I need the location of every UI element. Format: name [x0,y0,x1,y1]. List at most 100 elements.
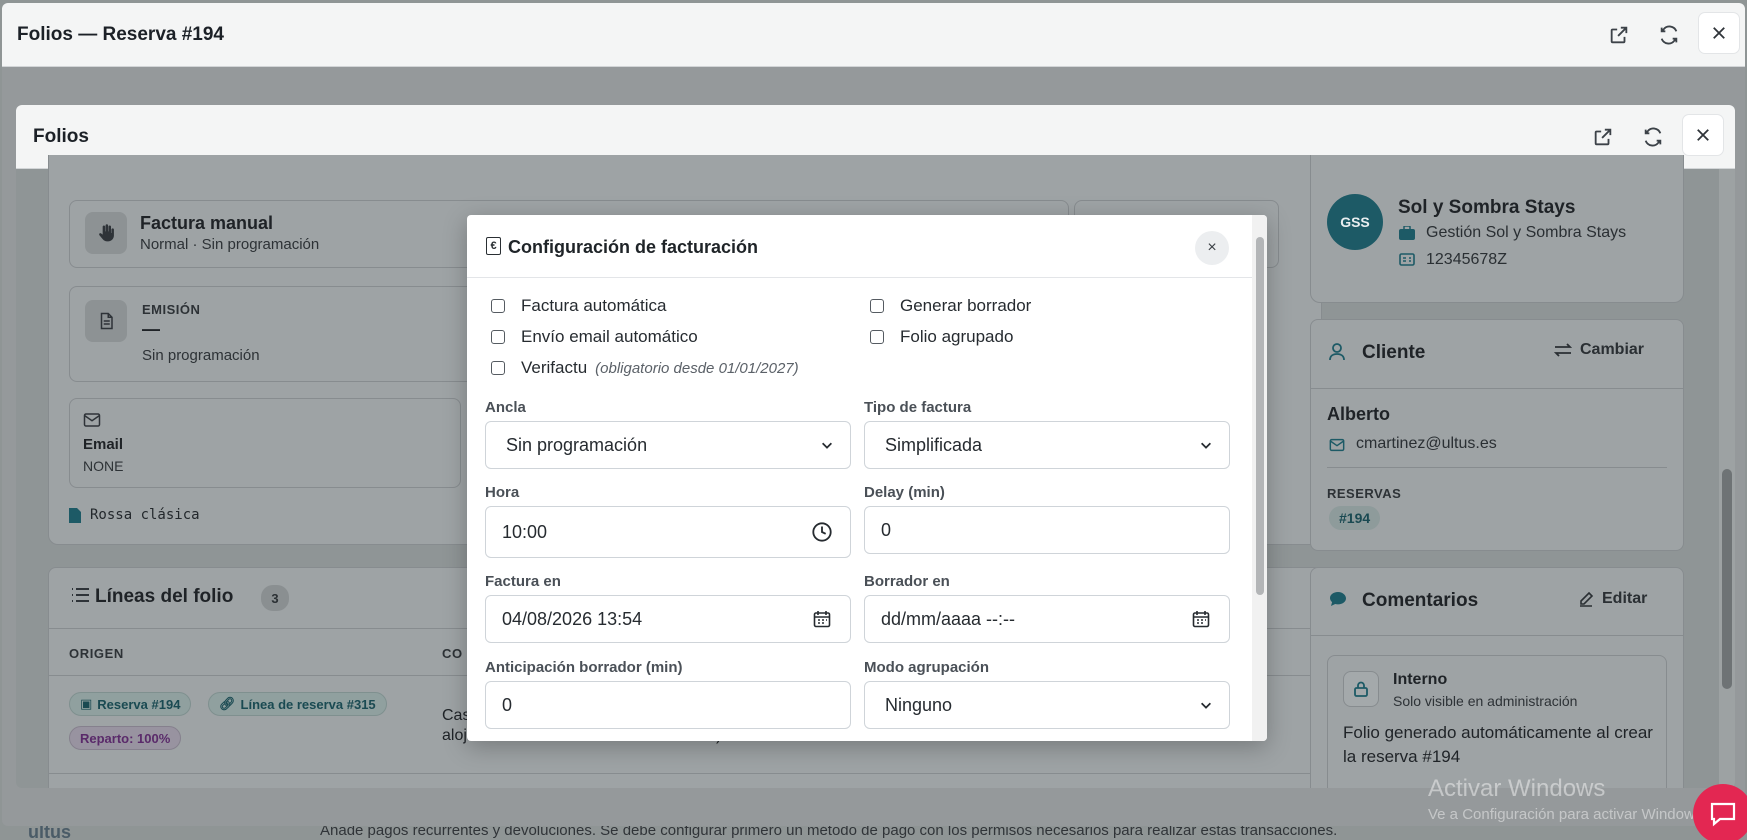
reservation-icon: ▣ [80,696,93,711]
inner-close-button[interactable] [1683,115,1723,155]
reservation-badge[interactable]: #194 [1329,506,1381,530]
checkbox-label: Envío email automático [521,327,698,346]
checkbox-label: Verifactu [521,358,588,377]
checkbox-box[interactable] [491,330,505,344]
clock-icon[interactable] [810,520,834,544]
dialog-title: Configuración de facturación [508,237,759,257]
edit-comments-button[interactable]: Editar [1578,590,1647,608]
list-icon [71,587,89,608]
anchor-select[interactable]: Sin programación [485,421,851,469]
draft-at-value: dd/mm/aaaa --:-- [881,608,1016,629]
delay-input[interactable]: 0 [864,506,1230,554]
hand-icon [85,212,127,254]
checkbox-box[interactable] [491,299,505,313]
template-name[interactable]: Rossa clásica [90,507,200,523]
draft-at-input[interactable]: dd/mm/aaaa --:-- [864,595,1230,643]
badge-reservation-line[interactable]: 🔗︎ Línea de reserva #315 [208,692,387,716]
id-card-icon [1399,253,1415,271]
change-client-label: Cambiar [1580,341,1645,358]
lock-icon [1343,671,1379,707]
briefcase-icon [1399,225,1415,245]
refresh-icon[interactable] [1656,22,1682,48]
dialog-header: € Configuración de facturación × [467,215,1267,278]
reservations-label: RESERVAS [1327,486,1402,501]
grouping-mode-select[interactable]: Ninguno [864,681,1230,729]
invoice-type-label: Tipo de factura [864,399,972,416]
outer-modal-header: Folios — Reserva #194 [2,3,1745,67]
invoice-type-value: Simplificada [885,434,983,455]
badge-reservation[interactable]: ▣ Reserva #194 [69,692,192,716]
link-icon: 🔗︎ [219,696,236,711]
user-icon [1329,343,1345,366]
external-link-icon[interactable] [1590,124,1616,150]
outer-close-button[interactable] [1699,13,1739,53]
checkbox-auto-invoice[interactable]: Factura automática [491,296,667,316]
invoice-at-input[interactable]: 04/08/2026 13:54 [485,595,851,643]
euro-icon: € [486,237,501,255]
company-tax-id: 12345678Z [1426,251,1507,268]
email-label: Email [83,436,124,453]
hour-label: Hora [485,484,520,501]
company-avatar: GSS [1327,194,1383,250]
windows-watermark-title: Activar Windows [1428,775,1606,802]
billing-config-dialog: € Configuración de facturación × Factura… [467,215,1267,741]
invoice-type-select[interactable]: Simplificada [864,421,1230,469]
external-link-icon[interactable] [1606,22,1632,48]
checkbox-generate-draft[interactable]: Generar borrador [870,296,1031,316]
chat-icon [1710,802,1736,827]
close-icon [1713,27,1725,39]
checkbox-label: Factura automática [521,296,667,315]
change-client-button[interactable]: Cambiar [1554,341,1644,359]
checkbox-verifactu[interactable]: Verifactu (obligatorio desde 01/01/2027) [491,358,799,378]
chevron-down-icon [1201,442,1211,449]
template-file-icon [69,508,81,528]
checkbox-label: Folio agrupado [900,327,1014,346]
badge-split: Reparto: 100% [69,726,182,750]
inner-scrollbar-thumb[interactable] [1722,469,1732,689]
column-concept: CO [442,646,463,661]
chat-button[interactable] [1693,784,1747,840]
mail-icon [1329,438,1345,457]
chevron-down-icon [1201,702,1211,709]
email-card [69,398,461,488]
checkbox-box[interactable] [870,330,884,344]
checkbox-grouped-folio[interactable]: Folio agrupado [870,327,1013,347]
badge-reservation-label: Reserva #194 [97,696,181,712]
grouping-mode-value: Ninguno [885,694,953,715]
folio-lines-title: Líneas del folio [95,586,234,607]
delay-label: Delay (min) [864,484,945,501]
checkbox-box[interactable] [870,299,884,313]
calendar-icon[interactable] [810,607,834,631]
edit-icon [1580,591,1594,607]
invoice-mode-title: Factura manual [140,213,274,233]
delay-value: 0 [881,519,892,540]
emission-value: — [142,319,160,339]
hour-input[interactable]: 10:00 [485,506,851,558]
document-icon [85,300,127,342]
comment-icon [1329,591,1347,612]
calendar-icon[interactable] [1189,607,1213,631]
mail-icon [83,412,101,433]
client-email[interactable]: cmartinez@ultus.es [1356,435,1497,453]
comments-title: Comentarios [1362,590,1479,611]
checkbox-box[interactable] [491,361,505,375]
inner-scrollbar[interactable] [1719,169,1735,788]
refresh-icon[interactable] [1640,124,1666,150]
checkbox-label: Generar borrador [900,296,1032,315]
badge-line-label: Línea de reserva #315 [240,696,376,712]
verifactu-hint: (obligatorio desde 01/01/2027) [595,359,799,377]
column-origin: ORIGEN [69,646,124,661]
dialog-scrollbar-thumb[interactable] [1256,237,1264,595]
dialog-close-button[interactable]: × [1195,231,1229,265]
anchor-value: Sin programación [506,434,648,455]
draft-advance-input[interactable]: 0 [485,681,851,729]
swap-icon [1554,343,1572,357]
client-title: Cliente [1362,342,1426,363]
comment-text: Folio generado automáticamente al crear … [1343,723,1653,766]
edit-comments-label: Editar [1602,590,1648,607]
company-name: Sol y Sombra Stays [1398,197,1576,218]
grouping-mode-label: Modo agrupación [864,659,989,676]
dialog-scrollbar[interactable] [1252,215,1267,741]
divider [1310,388,1684,389]
checkbox-auto-email[interactable]: Envío email automático [491,327,698,347]
